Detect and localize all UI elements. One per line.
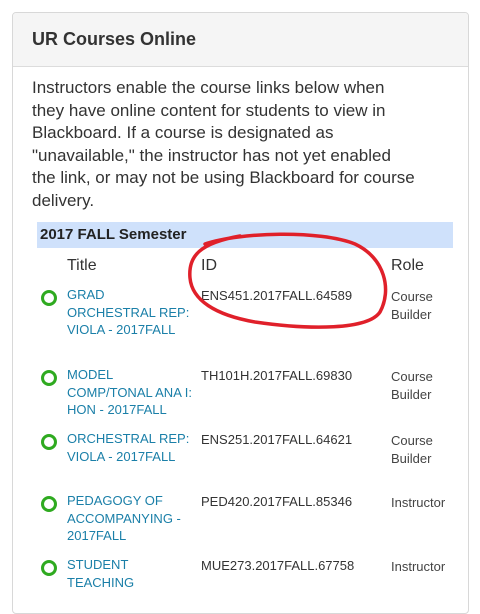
status-circle-icon — [41, 290, 57, 306]
course-id: ENS251.2017FALL.64621 — [201, 432, 353, 447]
course-title-link[interactable]: GRAD ORCHESTRAL REP: VIOLA - 2017FALL — [67, 286, 195, 339]
course-id: PED420.2017FALL.85346 — [201, 494, 353, 509]
column-title-header: Title — [67, 257, 97, 274]
course-id: TH101H.2017FALL.69830 — [201, 368, 353, 383]
intro-text: Instructors enable the course links belo… — [32, 78, 415, 210]
status-circle-icon — [41, 370, 57, 386]
course-title-link[interactable]: MODEL COMP/TONAL ANA I: HON - 2017FALL — [67, 366, 195, 419]
status-circle-icon — [41, 560, 57, 576]
course-title-link[interactable]: STUDENT TEACHING — [67, 556, 195, 591]
course-role: Course Builder — [391, 289, 433, 322]
ur-courses-panel: UR Courses Online Instructors enable the… — [12, 12, 469, 614]
status-circle-icon — [41, 496, 57, 512]
panel-title: UR Courses Online — [13, 13, 468, 67]
semester-label: 2017 FALL Semester — [40, 226, 187, 243]
course-role: Course Builder — [391, 369, 433, 402]
column-id-header: ID — [201, 257, 217, 274]
course-id: ENS451.2017FALL.64589 — [201, 288, 353, 303]
course-id: MUE273.2017FALL.67758 — [201, 558, 355, 573]
course-role: Instructor — [391, 495, 446, 510]
course-title-link[interactable]: ORCHESTRAL REP: VIOLA - 2017FALL — [67, 430, 195, 465]
status-circle-icon — [41, 434, 57, 450]
course-role: Instructor — [391, 559, 446, 574]
course-role: Course Builder — [391, 433, 433, 466]
course-title-link[interactable]: PEDAGOGY OF ACCOMPANYING - 2017FALL — [67, 492, 205, 545]
semester-header: 2017 FALL Semester — [37, 222, 453, 248]
column-role-header: Role — [391, 257, 424, 274]
